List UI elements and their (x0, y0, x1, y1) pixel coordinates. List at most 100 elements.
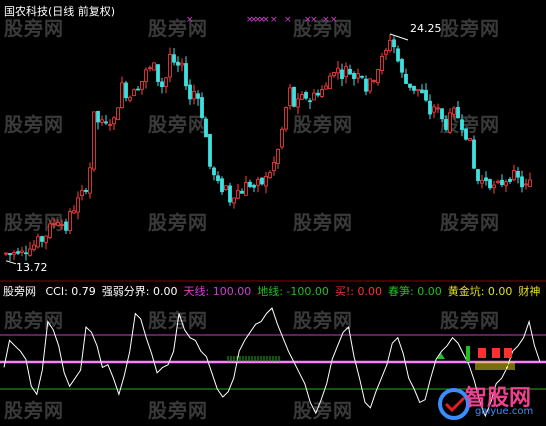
candle (48, 220, 52, 240)
signal-marker: × (270, 15, 278, 25)
candle (320, 85, 324, 99)
candle (84, 187, 88, 195)
candle (248, 179, 252, 189)
candle (512, 164, 516, 182)
indicator-name: 股旁网 (3, 285, 36, 298)
stock-name: 国农科技 (4, 5, 48, 18)
candle (304, 90, 308, 101)
high-marker (389, 33, 409, 41)
candle (100, 115, 104, 126)
candle (80, 185, 84, 201)
low-price-label: 13.72 (16, 261, 48, 274)
candle (168, 47, 172, 83)
candle (500, 174, 504, 188)
candle (8, 252, 12, 262)
candle (344, 62, 348, 84)
candle (88, 162, 92, 199)
candle (424, 83, 428, 102)
candle (56, 219, 60, 226)
candle (92, 111, 96, 172)
indicator-legend-item: 天线: 100.00 (183, 285, 252, 298)
candle (328, 72, 332, 90)
candle (404, 68, 408, 84)
candle (392, 36, 396, 54)
candle (528, 172, 532, 188)
candle (520, 170, 524, 193)
signal-marker: × (310, 15, 318, 25)
candle (160, 77, 164, 94)
candle (492, 180, 496, 194)
candle (224, 185, 228, 191)
candle (256, 176, 260, 193)
candle (348, 64, 352, 75)
candle (432, 103, 436, 119)
candle (28, 241, 32, 257)
chart-window: 股旁网 股旁网 股旁网 股旁网 股旁网 股旁网 股旁网 股旁网 股旁网 股旁网 股旁网 股旁网 股旁网股… (0, 0, 546, 426)
candle (24, 245, 28, 261)
candle (340, 63, 344, 87)
candle (176, 56, 180, 73)
candle (468, 138, 472, 141)
candle (292, 86, 296, 108)
candle (12, 250, 16, 261)
candle (4, 252, 8, 256)
high-price-label: 24.25 (410, 22, 442, 35)
candle (448, 108, 452, 135)
low-marker (5, 260, 17, 265)
candle (472, 135, 476, 170)
candle (116, 107, 120, 121)
candle (336, 60, 340, 80)
candle (220, 176, 224, 195)
candle (36, 233, 40, 249)
candle (216, 171, 220, 184)
candle (124, 80, 128, 102)
indicator-legend: 股旁网 CCI: 0.79 强弱分界: 0.00 天线: 100.00 地线: -10… (0, 284, 546, 299)
candle (264, 172, 268, 194)
candle (184, 56, 188, 90)
candle (484, 171, 488, 186)
chart-canvas[interactable]: × ××××× × × ×× × × (0, 0, 546, 426)
candle (68, 208, 72, 234)
candle (456, 101, 460, 119)
candle (240, 188, 244, 194)
candle (412, 85, 416, 95)
indicator-legend-item: 地线: -100.00 (257, 285, 329, 298)
candle (316, 89, 320, 98)
candle (44, 235, 48, 250)
candle (436, 103, 440, 114)
candle (352, 71, 356, 86)
candle (464, 128, 468, 141)
signal-marker: × (330, 15, 338, 25)
wealth-signal (478, 348, 486, 358)
candle (60, 219, 64, 230)
candle (232, 197, 236, 209)
candle (260, 177, 264, 186)
candle (140, 81, 144, 95)
candle (228, 182, 232, 206)
candle (148, 65, 152, 72)
wealth-signal (504, 348, 512, 358)
price-panel[interactable]: × ××××× × × ×× × × (4, 15, 532, 265)
page-title: 国农科技(日线 前复权) (4, 3, 115, 19)
candle (64, 218, 68, 235)
candle (152, 62, 156, 71)
candle (136, 86, 140, 91)
candle (188, 79, 192, 105)
indicator-legend-item: 黄金坑: 0.00 (447, 285, 513, 298)
candle (332, 71, 336, 78)
candle (400, 57, 404, 78)
signal-marker: × (322, 15, 330, 25)
signal-marker: × (186, 15, 194, 25)
candle (40, 235, 44, 248)
candle (476, 168, 480, 185)
indicator-legend-item: CCI: 0.79 (45, 285, 96, 298)
candle (440, 108, 444, 123)
indicator-legend-item: 春笋: 0.00 (388, 285, 442, 298)
candle (388, 34, 392, 53)
candle (396, 45, 400, 63)
candle (112, 116, 116, 131)
candle (284, 106, 288, 132)
candle (252, 183, 256, 192)
candle (312, 88, 316, 101)
candle (300, 91, 304, 100)
